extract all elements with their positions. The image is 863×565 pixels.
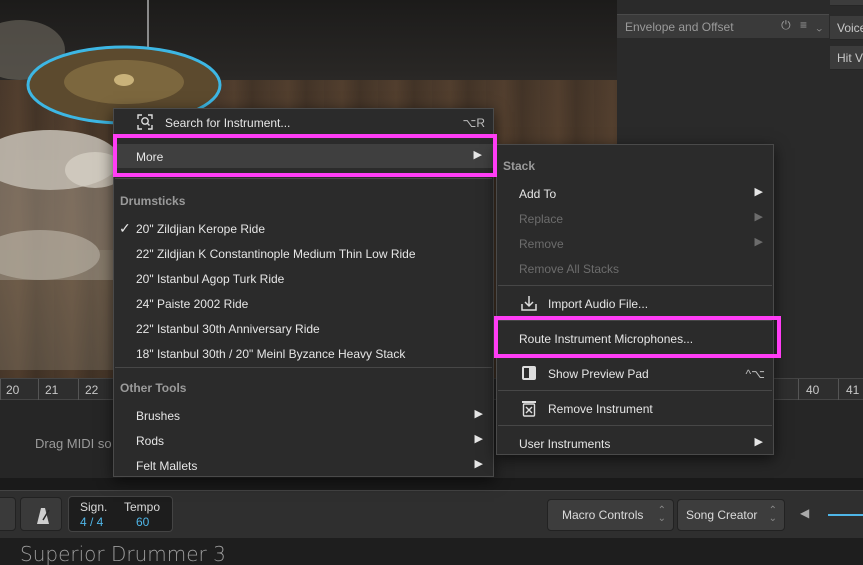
- checkmark-icon: ✓: [119, 220, 131, 236]
- remove-instrument-label: Remove Instrument: [548, 402, 653, 416]
- menu-item-brushes[interactable]: Brushes ▶: [114, 403, 493, 427]
- trash-icon: [522, 401, 536, 417]
- menu-separator: [498, 390, 772, 391]
- metronome-icon: [37, 508, 50, 524]
- user-instruments-label: User Instruments: [519, 437, 611, 451]
- side-tab-hit[interactable]: Hit V: [830, 46, 863, 70]
- submenu-arrow-icon: ▶: [754, 186, 763, 198]
- menu-item-replace[interactable]: Replace ▶: [497, 206, 773, 230]
- song-creator-button[interactable]: Song Creator ⌃ ⌄: [677, 499, 785, 531]
- remove-label: Remove: [519, 237, 564, 251]
- highlight-box-route-mics: [494, 316, 781, 358]
- menu-item-drumstick[interactable]: 22" Istanbul 30th Anniversary Ride: [114, 316, 493, 340]
- transport-left-button[interactable]: [0, 497, 16, 531]
- add-to-label: Add To: [519, 187, 557, 201]
- submenu-arrow-icon: ▶: [754, 211, 763, 223]
- menu-separator: [115, 367, 492, 368]
- menu-item-rods[interactable]: Rods ▶: [114, 428, 493, 452]
- macro-controls-label: Macro Controls: [562, 508, 644, 522]
- tick-label: 41: [846, 383, 860, 397]
- search-instrument-label: Search for Instrument...: [165, 116, 291, 130]
- updown-chevron-icon: ⌃ ⌄: [768, 505, 777, 524]
- preview-pad-icon: [522, 366, 536, 380]
- tempo-label: Tempo: [124, 500, 161, 514]
- remove-all-stacks-label: Remove All Stacks: [519, 262, 620, 276]
- stack-header: Stack: [503, 159, 536, 173]
- drumstick-label: 24" Paiste 2002 Ride: [136, 297, 249, 311]
- menu-item-drumstick[interactable]: 24" Paiste 2002 Ride: [114, 291, 493, 315]
- signature-value[interactable]: 4 / 4: [80, 515, 103, 529]
- updown-chevron-icon: ⌃ ⌄: [657, 505, 666, 524]
- menu-item-show-preview-pad[interactable]: Show Preview Pad ^⌥: [497, 361, 773, 385]
- tick-label: 21: [45, 383, 59, 397]
- menu-item-drumstick[interactable]: 18" Istanbul 30th / 20" Meinl Byzance He…: [114, 341, 493, 365]
- signature-tempo-display[interactable]: Sign. 4 / 4 Tempo 60: [68, 496, 173, 532]
- tick-label: 40: [806, 383, 820, 397]
- drumstick-label: 20" Zildjian Kerope Ride: [136, 222, 265, 236]
- metronome-button[interactable]: [20, 497, 62, 531]
- submenu-arrow-icon: ▶: [474, 433, 483, 445]
- drumsticks-header: Drumsticks: [120, 194, 186, 208]
- menu-item-remove-all-stacks[interactable]: Remove All Stacks: [497, 256, 773, 280]
- import-audio-label: Import Audio File...: [548, 297, 649, 311]
- menu-item-remove-instrument[interactable]: Remove Instrument: [497, 396, 773, 420]
- drumstick-label: 22" Zildjian K Constantinople Medium Thi…: [136, 247, 416, 261]
- menu-item-drumstick[interactable]: ✓ 20" Zildjian Kerope Ride: [114, 216, 493, 240]
- envelope-offset-label: Envelope and Offset: [625, 20, 734, 34]
- more-submenu: Stack Add To ▶ Replace ▶ Remove ▶ Remove…: [496, 144, 774, 455]
- speaker-icon[interactable]: ◀: [800, 506, 809, 520]
- tempo-value[interactable]: 60: [136, 515, 149, 529]
- other-tools-header: Other Tools: [120, 381, 187, 395]
- replace-label: Replace: [519, 212, 564, 226]
- brushes-label: Brushes: [136, 409, 181, 423]
- drumstick-label: 18" Istanbul 30th / 20" Meinl Byzance He…: [136, 347, 406, 361]
- highlight-box-more: [113, 134, 497, 177]
- search-instrument-icon: [137, 114, 153, 130]
- import-file-icon: [521, 296, 537, 311]
- menu-separator: [498, 425, 772, 426]
- menu-separator: [498, 285, 772, 286]
- app-title: Superior Drummer 3: [20, 542, 226, 565]
- drag-midi-hint: Drag MIDI so: [35, 436, 112, 451]
- power-menu-chevron-icon[interactable]: ⏻ ≡ ⌄: [781, 18, 825, 33]
- menu-item-search-instrument[interactable]: Search for Instrument... ⌥R: [114, 110, 493, 134]
- side-tab-top[interactable]: [830, 0, 863, 6]
- volume-slider[interactable]: [828, 514, 863, 516]
- drumstick-label: 22" Istanbul 30th Anniversary Ride: [136, 322, 320, 336]
- song-creator-label: Song Creator: [686, 508, 758, 522]
- macro-controls-button[interactable]: Macro Controls ⌃ ⌄: [547, 499, 674, 531]
- preview-pad-shortcut: ^⌥: [745, 367, 765, 381]
- felt-mallets-label: Felt Mallets: [136, 459, 198, 473]
- menu-item-import-audio[interactable]: Import Audio File...: [497, 291, 773, 315]
- envelope-offset-bar[interactable]: Envelope and Offset ⏻ ≡ ⌄: [617, 14, 829, 38]
- drumstick-label: 20" Istanbul Agop Turk Ride: [136, 272, 285, 286]
- menu-item-felt-mallets[interactable]: Felt Mallets ▶: [114, 453, 493, 477]
- menu-separator: [115, 178, 492, 179]
- menu-item-remove[interactable]: Remove ▶: [497, 231, 773, 255]
- rods-label: Rods: [136, 434, 165, 448]
- submenu-arrow-icon: ▶: [754, 436, 763, 448]
- side-tab-voice[interactable]: Voice: [830, 16, 863, 40]
- signature-label: Sign.: [80, 500, 108, 514]
- tick-label: 20: [6, 383, 20, 397]
- submenu-arrow-icon: ▶: [754, 236, 763, 248]
- menu-item-drumstick[interactable]: 22" Zildjian K Constantinople Medium Thi…: [114, 241, 493, 265]
- show-preview-pad-label: Show Preview Pad: [548, 367, 649, 381]
- menu-item-drumstick[interactable]: 20" Istanbul Agop Turk Ride: [114, 266, 493, 290]
- submenu-arrow-icon: ▶: [474, 408, 483, 420]
- submenu-arrow-icon: ▶: [474, 458, 483, 470]
- menu-item-user-instruments[interactable]: User Instruments ▶: [497, 431, 773, 455]
- search-shortcut: ⌥R: [462, 116, 486, 130]
- tick-label: 22: [85, 383, 99, 397]
- menu-item-add-to[interactable]: Add To ▶: [497, 181, 773, 205]
